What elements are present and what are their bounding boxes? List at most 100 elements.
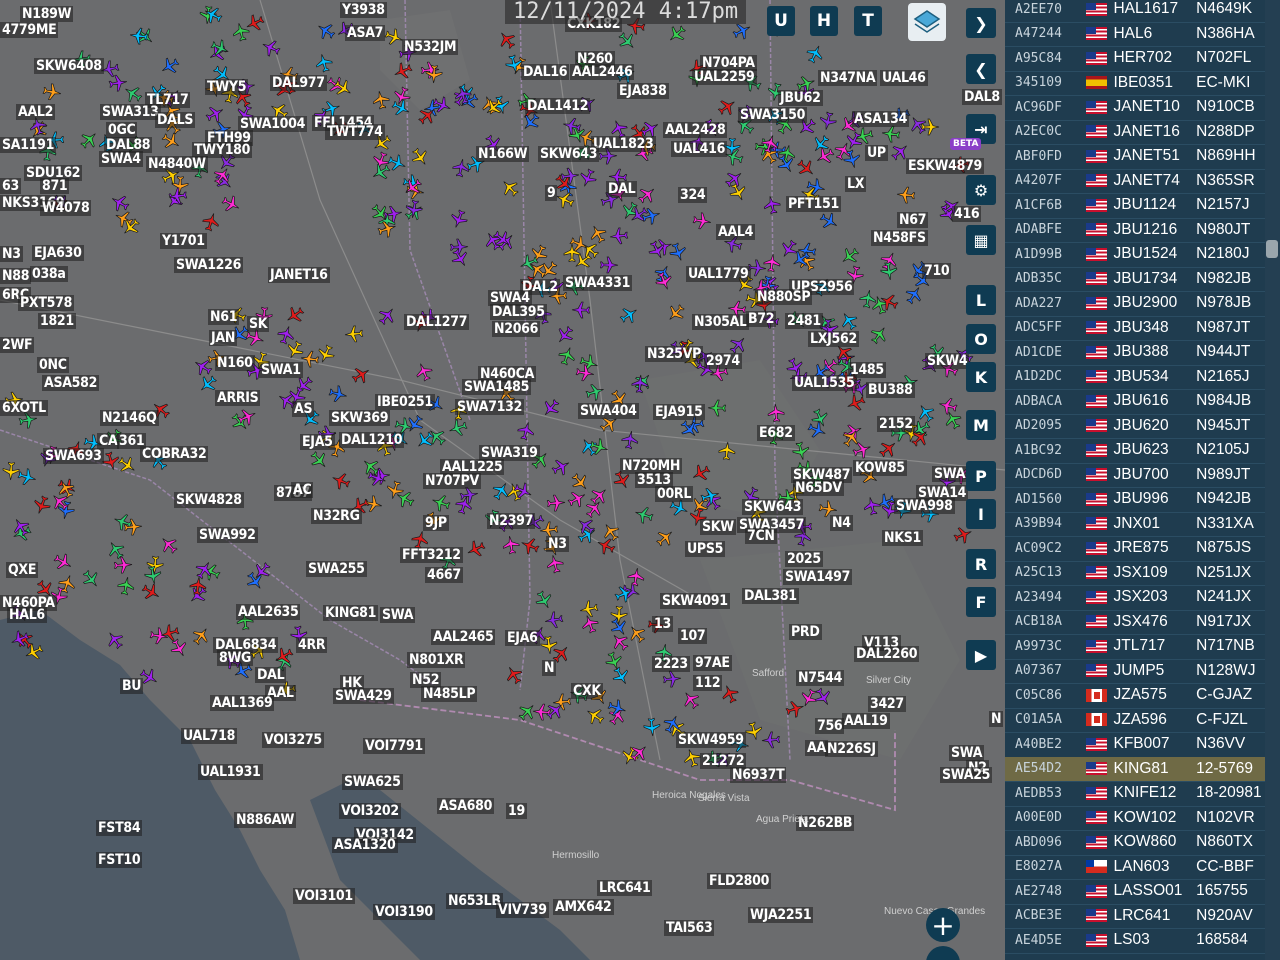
callsign-label[interactable]: 2025: [785, 551, 823, 567]
aircraft-row[interactable]: ADC5FF JBU348 N987JT: [1005, 316, 1265, 341]
callsign-label[interactable]: N707PV: [423, 473, 482, 489]
callsign-label[interactable]: SKW4959: [676, 732, 746, 748]
layers-button[interactable]: [908, 3, 946, 41]
aircraft-row[interactable]: E8027A LAN603 CC-BBF: [1005, 855, 1265, 880]
callsign-label[interactable]: SWA4331: [563, 275, 633, 291]
callsign-label[interactable]: N4840W: [146, 156, 208, 172]
aircraft-row[interactable]: AE4D5E LS03 168584: [1005, 928, 1265, 954]
callsign-label[interactable]: UAL1823: [591, 136, 656, 152]
callsign-label[interactable]: SWA: [380, 607, 416, 623]
aircraft-icon[interactable]: [167, 185, 189, 207]
callsign-label[interactable]: 4RR: [296, 637, 328, 653]
callsign-label[interactable]: LRC641: [597, 880, 653, 896]
callsign-label[interactable]: N226SJ: [825, 741, 878, 757]
callsign-label[interactable]: CXK: [571, 683, 603, 699]
callsign-label[interactable]: N305AL: [692, 314, 749, 330]
callsign-label[interactable]: SWA992: [197, 527, 258, 543]
callsign-label[interactable]: 361: [117, 433, 147, 449]
aircraft-row[interactable]: A1BC92 JBU623 N2105J: [1005, 438, 1265, 464]
callsign-label[interactable]: 112: [693, 675, 723, 691]
callsign-label[interactable]: DAL1210: [339, 432, 405, 448]
callsign-label[interactable]: AAL4: [716, 224, 756, 240]
callsign-label[interactable]: N3: [0, 246, 23, 262]
callsign-label[interactable]: SWA319: [479, 445, 540, 461]
callsign-label[interactable]: SWA998: [894, 498, 955, 514]
callsign-label[interactable]: SWA25: [940, 767, 993, 783]
aircraft-row[interactable]: A4207F JANET74 N365SR: [1005, 169, 1265, 194]
callsign-label[interactable]: N7544: [796, 670, 845, 686]
aircraft-row[interactable]: A2EC0C JANET16 N288DP: [1005, 120, 1265, 145]
callsign-label[interactable]: ASA1320: [332, 837, 398, 853]
callsign-label[interactable]: EJA915: [653, 404, 705, 420]
callsign-label[interactable]: IBE0251: [375, 394, 435, 410]
aircraft-row[interactable]: AD1560 JBU996 N942JB: [1005, 487, 1265, 513]
aircraft-row[interactable]: C01A5A JZA596 C-FJZL: [1005, 708, 1265, 733]
callsign-label[interactable]: SWA1226: [174, 257, 244, 273]
callsign-label[interactable]: WJA2251: [748, 907, 814, 923]
callsign-label[interactable]: SWA7132: [455, 399, 525, 415]
callsign-label[interactable]: UAL2259: [692, 69, 757, 85]
callsign-label[interactable]: SWA404: [578, 403, 639, 419]
callsign-label[interactable]: ASA680: [437, 798, 495, 814]
callsign-label[interactable]: N65DV: [793, 480, 844, 496]
callsign-label[interactable]: TWY5: [205, 79, 249, 95]
callsign-label[interactable]: SWA1497: [783, 569, 853, 585]
toggle-f-button[interactable]: F: [966, 587, 996, 617]
aircraft-icon[interactable]: [691, 210, 714, 233]
callsign-label[interactable]: 2974: [704, 353, 742, 369]
aircraft-row[interactable]: ACBE3E LRC641 N920AV: [1005, 904, 1265, 929]
aircraft-icon[interactable]: [573, 361, 596, 384]
aircraft-row[interactable]: A39B94 JNX01 N331XA: [1005, 512, 1265, 537]
aircraft-row[interactable]: ACB18A JSX476 N917JX: [1005, 610, 1265, 635]
callsign-label[interactable]: AAL2: [16, 104, 56, 120]
callsign-label[interactable]: 9JP: [423, 515, 449, 531]
map-view[interactable]: N189W 4779ME SKW6408 Y3938 ASA7 N532JM CXK182 N…: [0, 0, 1005, 960]
callsign-label[interactable]: UAL1779: [686, 266, 751, 282]
aircraft-row[interactable]: AEDB53 KNIFE12 18-20981: [1005, 781, 1265, 807]
callsign-label[interactable]: EJA5: [300, 434, 335, 450]
toggle-h-button[interactable]: H: [810, 6, 838, 36]
callsign-label[interactable]: 8WG: [217, 650, 254, 666]
aircraft-row[interactable]: A2EE70 HAL1617 N4649K: [1005, 0, 1265, 23]
aircraft-icon[interactable]: [629, 373, 651, 395]
callsign-label[interactable]: FST10: [96, 852, 143, 868]
callsign-label[interactable]: 2WF: [0, 337, 35, 353]
callsign-label[interactable]: UP: [865, 145, 888, 161]
callsign-label[interactable]: AAL2465: [431, 629, 496, 645]
callsign-label[interactable]: VOI3190: [373, 904, 435, 920]
replay-button[interactable]: ▶: [966, 640, 996, 670]
aircraft-icon[interactable]: [343, 323, 365, 345]
callsign-label[interactable]: W4078: [40, 200, 92, 216]
callsign-label[interactable]: SKW4828: [174, 492, 244, 508]
callsign-label[interactable]: UAL1931: [198, 764, 263, 780]
callsign-label[interactable]: DAL2260: [854, 646, 920, 662]
callsign-label[interactable]: VOI3275: [262, 732, 324, 748]
toggle-i-button[interactable]: I: [966, 499, 996, 529]
callsign-label[interactable]: N88: [0, 268, 32, 284]
callsign-label[interactable]: N2397: [487, 513, 536, 529]
callsign-label[interactable]: 0GC: [106, 122, 138, 138]
callsign-label[interactable]: N886AW: [234, 812, 297, 828]
callsign-label[interactable]: UAL718: [181, 728, 238, 744]
aircraft-row[interactable]: ABF0FD JANET51 N869HH: [1005, 144, 1265, 170]
aircraft-row[interactable]: AD2095 JBU620 N945JT: [1005, 414, 1265, 439]
callsign-label[interactable]: BU388: [866, 382, 915, 398]
callsign-label[interactable]: DAL381: [742, 588, 799, 604]
aircraft-icon[interactable]: [860, 494, 884, 518]
callsign-label[interactable]: 4667: [425, 567, 463, 583]
aircraft-icon[interactable]: [403, 198, 426, 221]
callsign-label[interactable]: UAL416: [671, 141, 728, 157]
callsign-label[interactable]: SWA: [932, 466, 968, 482]
callsign-label[interactable]: ESKW4879: [906, 158, 984, 174]
aircraft-row[interactable]: A47244 HAL6 N386HA: [1005, 22, 1265, 47]
aircraft-icon[interactable]: [761, 252, 783, 274]
list-scrollbar-thumb[interactable]: [1266, 240, 1278, 258]
callsign-label[interactable]: SWA693: [43, 448, 104, 464]
callsign-label[interactable]: 2152: [877, 416, 915, 432]
callsign-label[interactable]: AAL2446: [570, 64, 635, 80]
callsign-label[interactable]: N485LP: [421, 686, 478, 702]
callsign-label[interactable]: UPS5: [685, 541, 726, 557]
callsign-label[interactable]: DAL1412: [525, 98, 591, 114]
aircraft-row[interactable]: A40BE2 KFB007 N36VV: [1005, 732, 1265, 758]
aircraft-row[interactable]: AE54D2 KING81 12-5769: [1005, 756, 1265, 782]
